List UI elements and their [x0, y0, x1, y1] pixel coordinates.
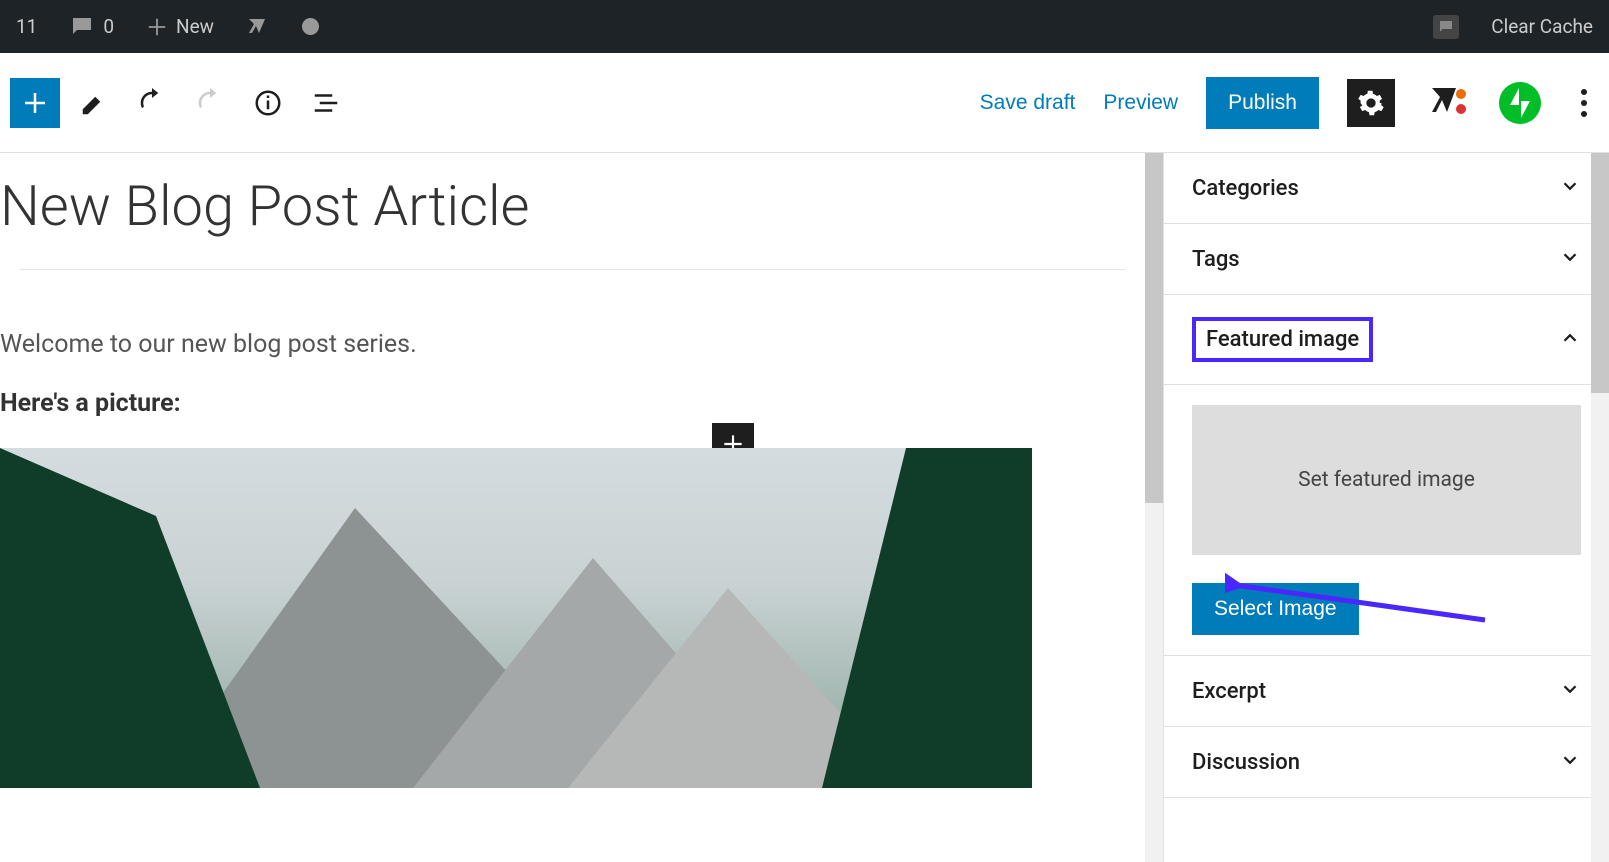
admin-updates[interactable]: 11 [8, 0, 45, 53]
admin-bar: 11 0 New Clear Ca [0, 0, 1609, 53]
panel-title: Excerpt [1192, 679, 1266, 704]
post-title-input[interactable]: New Blog Post Article [0, 173, 1145, 269]
panel-discussion[interactable]: Discussion [1164, 727, 1609, 798]
dot-icon [1581, 100, 1587, 106]
publish-button[interactable]: Publish [1206, 77, 1319, 129]
panel-featured-image[interactable]: Featured image [1164, 295, 1609, 385]
settings-button[interactable] [1347, 79, 1395, 127]
outline-button[interactable] [302, 79, 350, 127]
toolbar-left [10, 78, 350, 128]
post-paragraph-intro[interactable]: Welcome to our new blog post series. [0, 330, 1145, 359]
add-block-button[interactable] [10, 78, 60, 128]
chevron-down-icon [1559, 749, 1581, 775]
scroll-thumb[interactable] [1145, 153, 1163, 503]
set-featured-image-placeholder[interactable]: Set featured image [1192, 405, 1581, 555]
clear-cache-label: Clear Cache [1491, 15, 1593, 38]
chevron-down-icon [1559, 246, 1581, 272]
panel-excerpt[interactable]: Excerpt [1164, 656, 1609, 727]
dot-icon [1581, 89, 1587, 95]
jetpack-button[interactable] [1499, 82, 1541, 124]
new-label: New [176, 15, 214, 38]
info-button[interactable] [244, 79, 292, 127]
post-image-block[interactable] [0, 448, 1032, 788]
chevron-down-icon [1559, 678, 1581, 704]
comments-count: 0 [103, 15, 114, 38]
panel-tags[interactable]: Tags [1164, 224, 1609, 295]
panel-categories[interactable]: Categories [1164, 153, 1609, 224]
admin-clear-cache[interactable]: Clear Cache [1483, 0, 1601, 53]
admin-status-dot[interactable] [294, 0, 327, 53]
title-separator [20, 269, 1125, 270]
post-paragraph-heading[interactable]: Here's a picture: [0, 389, 1145, 418]
admin-yoast[interactable] [238, 0, 278, 53]
editor-header: Save draft Preview Publish [0, 53, 1609, 153]
sidebar-scrollbar[interactable] [1591, 153, 1609, 862]
panel-title: Discussion [1192, 750, 1300, 775]
cache-square-icon [1433, 15, 1459, 39]
undo-button[interactable] [128, 79, 176, 127]
dot-icon [1581, 111, 1587, 117]
more-options-button[interactable] [1569, 89, 1599, 117]
admin-cache-icon[interactable] [1425, 0, 1467, 53]
comment-icon [69, 15, 95, 39]
admin-comments[interactable]: 0 [61, 0, 122, 53]
plus-icon [146, 16, 168, 38]
settings-sidebar: Categories Tags Featured image Set featu… [1163, 153, 1609, 862]
admin-bar-right: Clear Cache [1425, 0, 1601, 53]
editor-main: New Blog Post Article Welcome to our new… [0, 153, 1609, 862]
preview-button[interactable]: Preview [1103, 91, 1178, 115]
save-draft-button[interactable]: Save draft [980, 91, 1076, 115]
panel-featured-image-body: Set featured image Select Image [1164, 385, 1609, 656]
panel-title: Categories [1192, 176, 1299, 201]
panel-title: Tags [1192, 247, 1240, 272]
yoast-icon [246, 15, 270, 39]
toolbar-right: Save draft Preview Publish [980, 77, 1599, 129]
circle-icon [302, 18, 319, 35]
admin-bar-left: 11 0 New [8, 0, 327, 53]
select-image-button[interactable]: Select Image [1192, 583, 1359, 635]
panel-title-highlighted: Featured image [1192, 317, 1373, 362]
redo-button[interactable] [186, 79, 234, 127]
updates-count: 11 [16, 15, 37, 38]
editor-canvas[interactable]: New Blog Post Article Welcome to our new… [0, 153, 1145, 862]
chevron-up-icon [1559, 327, 1581, 353]
yoast-sidebar-button[interactable] [1423, 79, 1471, 127]
tools-button[interactable] [70, 79, 118, 127]
scroll-thumb[interactable] [1591, 153, 1609, 393]
canvas-scrollbar[interactable] [1145, 153, 1163, 862]
admin-new[interactable]: New [138, 0, 222, 53]
chevron-down-icon [1559, 175, 1581, 201]
